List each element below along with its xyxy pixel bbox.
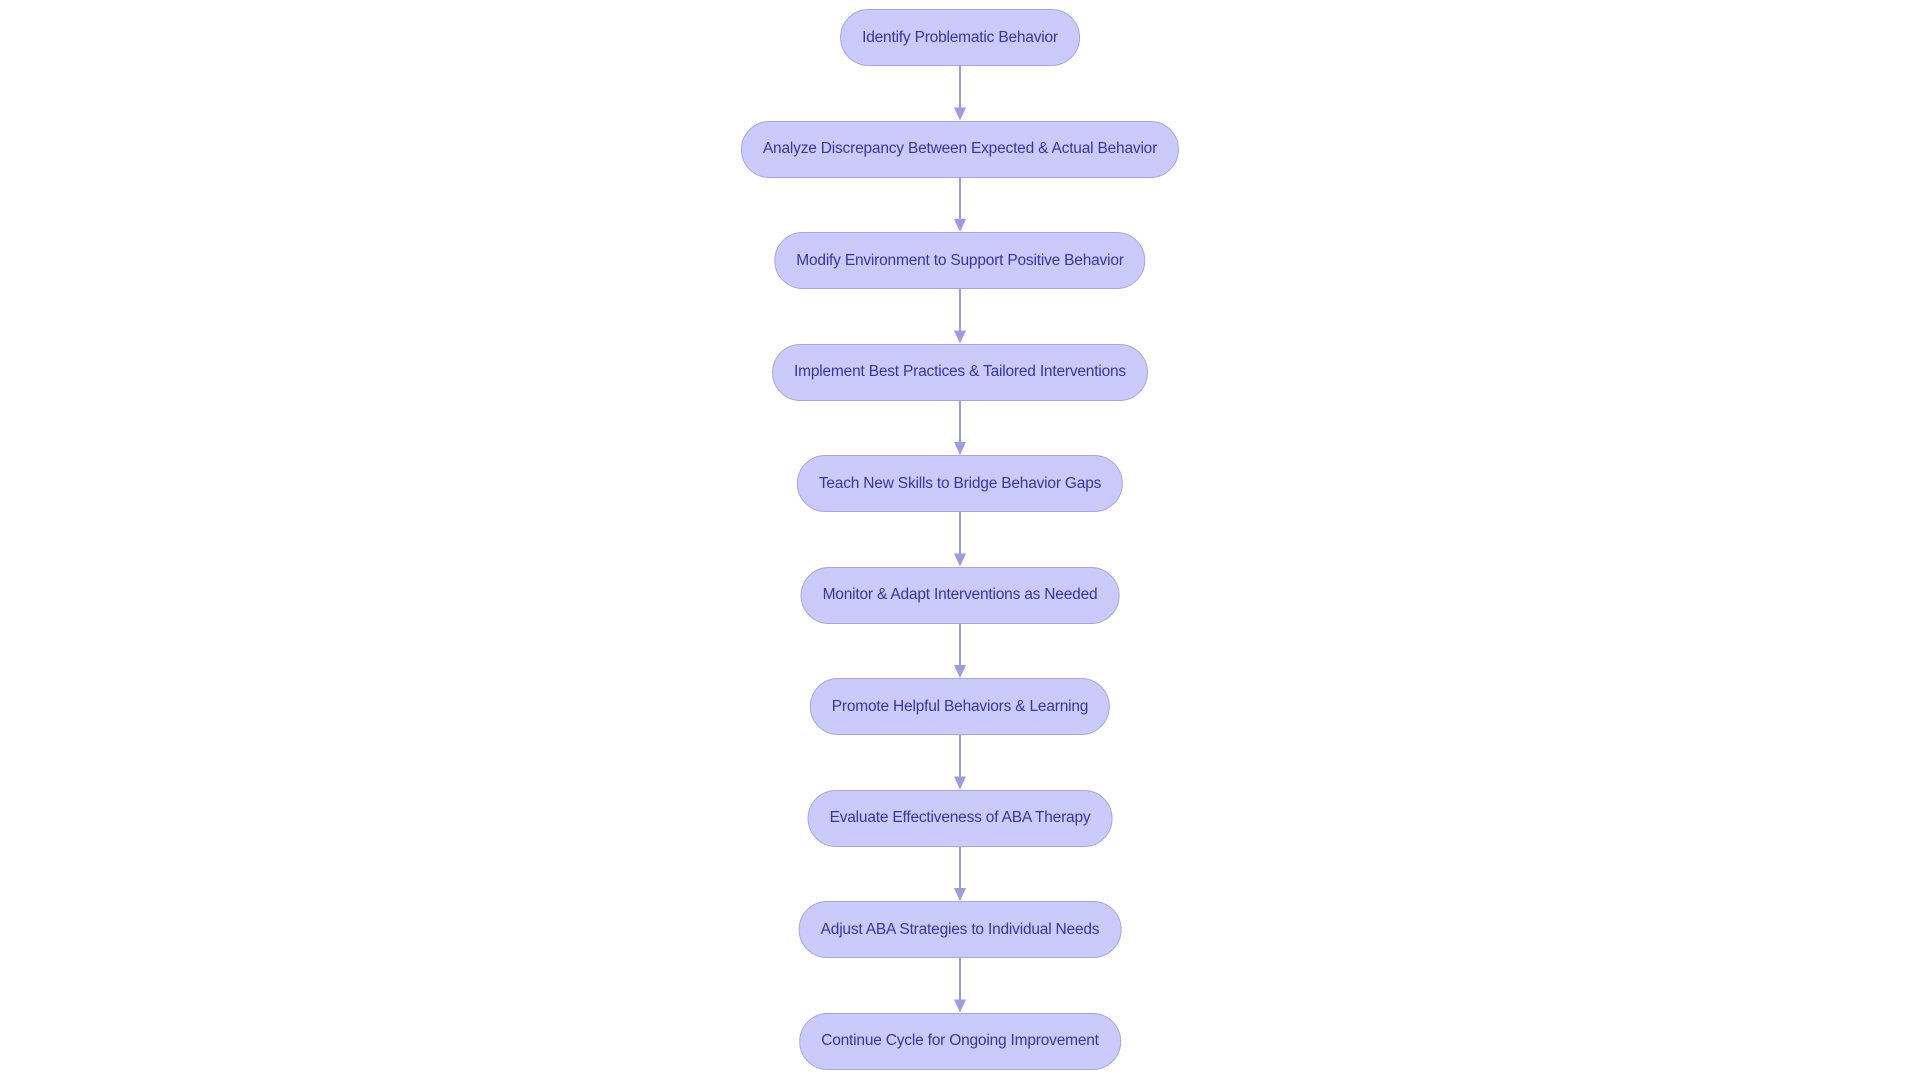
arrowhead-icon [954,888,966,901]
arrowhead-icon [954,330,966,344]
node-evaluate-effectiveness[interactable]: Evaluate Effectiveness of ABA Therapy [807,789,1113,847]
node-implement-best-practices[interactable]: Implement Best Practices & Tailored Inte… [772,343,1148,401]
arrowhead-icon [954,553,966,567]
node-monitor-adapt[interactable]: Monitor & Adapt Interventions as Needed [800,566,1120,624]
arrowhead-icon [954,107,966,121]
flowchart: Identify Problematic Behavior Analyze Di… [0,0,1920,1080]
node-modify-environment[interactable]: Modify Environment to Support Positive B… [774,232,1146,289]
arrowhead-icon [954,442,966,455]
node-promote-helpful-behaviors[interactable]: Promote Helpful Behaviors & Learning [809,678,1111,735]
arrowhead-icon [954,665,966,678]
node-adjust-strategies[interactable]: Adjust ABA Strategies to Individual Need… [798,901,1122,958]
arrowhead-icon [954,776,966,790]
arrowhead-icon [954,219,966,232]
node-identify-problematic-behavior[interactable]: Identify Problematic Behavior [840,9,1080,66]
node-analyze-discrepancy[interactable]: Analyze Discrepancy Between Expected & A… [740,120,1180,178]
node-continue-cycle[interactable]: Continue Cycle for Ongoing Improvement [799,1012,1121,1070]
arrowhead-icon [954,999,966,1013]
node-teach-new-skills[interactable]: Teach New Skills to Bridge Behavior Gaps [796,455,1124,512]
